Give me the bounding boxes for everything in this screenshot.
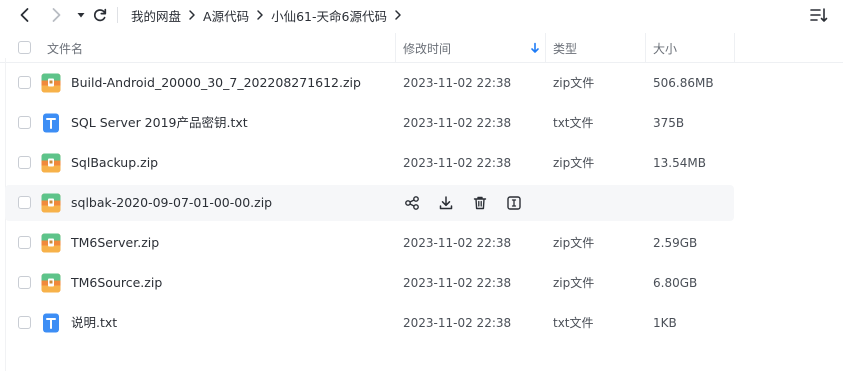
- zip-file-icon: [41, 73, 61, 93]
- download-button[interactable]: [437, 194, 455, 212]
- row-checkbox[interactable]: [18, 236, 31, 249]
- file-name[interactable]: TM6Server.zip: [71, 223, 159, 263]
- share-icon: [404, 195, 420, 211]
- file-modified-date: 2023-11-02 22:38: [403, 156, 512, 170]
- breadcrumb-item-folder[interactable]: A源代码: [203, 6, 249, 25]
- file-size: 2.59GB: [653, 236, 698, 250]
- forward-icon: [52, 8, 61, 22]
- forward-button[interactable]: [45, 4, 67, 26]
- file-size: 1KB: [653, 316, 677, 330]
- rename-button[interactable]: [505, 194, 523, 212]
- delete-button[interactable]: [471, 194, 489, 212]
- column-divider: [545, 33, 546, 63]
- file-row[interactable]: sqlbak-2020-09-07-01-00-00.zip: [0, 183, 843, 223]
- row-checkbox[interactable]: [18, 316, 31, 329]
- row-actions: [403, 194, 539, 212]
- row-checkbox[interactable]: [18, 156, 31, 169]
- zip-file-icon: [41, 193, 61, 213]
- file-row[interactable]: TM6Server.zip 2023-11-02 22:38 zip文件 2.59GB: [0, 223, 843, 263]
- chevron-right-icon: [188, 9, 196, 21]
- file-row[interactable]: TM6Source.zip 2023-11-02 22:38 zip文件 6.80GB: [0, 263, 843, 303]
- select-all-checkbox[interactable]: [18, 41, 31, 54]
- column-header-size[interactable]: 大小: [653, 33, 677, 63]
- row-checkbox[interactable]: [18, 196, 31, 209]
- zip-file-icon: [41, 273, 61, 293]
- file-size: 506.86MB: [653, 76, 714, 90]
- file-name[interactable]: sqlbak-2020-09-07-01-00-00.zip: [71, 183, 272, 223]
- share-button[interactable]: [403, 194, 421, 212]
- refresh-icon: [93, 8, 107, 22]
- breadcrumb: 我的网盘 A源代码 小仙61-天命6源代码: [131, 0, 409, 30]
- file-name[interactable]: TM6Source.zip: [71, 263, 162, 303]
- column-divider: [734, 33, 735, 63]
- file-size: 375B: [653, 116, 685, 130]
- file-type: txt文件: [553, 116, 594, 130]
- row-checkbox[interactable]: [18, 116, 31, 129]
- rename-icon: [506, 195, 522, 211]
- delete-icon: [472, 195, 488, 211]
- txt-file-icon: [41, 113, 61, 133]
- file-type: zip文件: [553, 276, 595, 290]
- file-size: 13.54MB: [653, 156, 706, 170]
- file-name[interactable]: SqlBackup.zip: [71, 143, 158, 183]
- file-type: zip文件: [553, 76, 595, 90]
- refresh-button[interactable]: [89, 4, 111, 26]
- zip-file-icon: [41, 153, 61, 173]
- column-divider: [395, 33, 396, 63]
- txt-file-icon: [41, 313, 61, 333]
- dropdown-icon: [77, 13, 85, 18]
- file-type: txt文件: [553, 316, 594, 330]
- file-modified-date: 2023-11-02 22:38: [403, 236, 512, 250]
- back-button[interactable]: [14, 4, 36, 26]
- column-header-modified[interactable]: 修改时间: [403, 33, 451, 63]
- file-size: 6.80GB: [653, 276, 698, 290]
- file-row[interactable]: SqlBackup.zip 2023-11-02 22:38 zip文件 13.54M…: [0, 143, 843, 183]
- file-row[interactable]: SQL Server 2019产品密钥.txt 2023-11-02 22:38 t…: [0, 103, 843, 143]
- row-checkbox[interactable]: [18, 276, 31, 289]
- file-type: zip文件: [553, 156, 595, 170]
- breadcrumb-item-current[interactable]: 小仙61-天命6源代码: [271, 6, 387, 25]
- row-checkbox[interactable]: [18, 76, 31, 89]
- column-divider: [645, 33, 646, 63]
- file-row[interactable]: 说明.txt 2023-11-02 22:38 txt文件 1KB: [0, 303, 843, 343]
- file-modified-date: 2023-11-02 22:38: [403, 116, 512, 130]
- zip-file-icon: [41, 233, 61, 253]
- file-modified-date: 2023-11-02 22:38: [403, 276, 512, 290]
- file-type: zip文件: [553, 236, 595, 250]
- file-row[interactable]: Build-Android_20000_30_7_202208271612.zi…: [0, 63, 843, 103]
- toolbar-divider: [117, 7, 118, 23]
- file-modified-date: 2023-11-02 22:38: [403, 76, 512, 90]
- chevron-right-icon: [256, 9, 264, 21]
- sort-view-icon: [810, 8, 828, 22]
- breadcrumb-item-root[interactable]: 我的网盘: [131, 6, 181, 25]
- file-modified-date: 2023-11-02 22:38: [403, 316, 512, 330]
- file-list-header: 文件名 修改时间 类型 大小: [0, 33, 843, 63]
- download-icon: [438, 195, 454, 211]
- sort-view-button[interactable]: [809, 5, 829, 25]
- sort-desc-icon[interactable]: [530, 33, 540, 63]
- column-header-name[interactable]: 文件名: [47, 33, 83, 63]
- back-icon: [20, 8, 29, 22]
- file-name[interactable]: SQL Server 2019产品密钥.txt: [71, 103, 248, 143]
- toolbar: 我的网盘 A源代码 小仙61-天命6源代码: [0, 0, 843, 30]
- file-name[interactable]: 说明.txt: [71, 303, 117, 343]
- chevron-right-icon[interactable]: [394, 9, 402, 21]
- column-header-type[interactable]: 类型: [553, 33, 577, 63]
- file-name[interactable]: Build-Android_20000_30_7_202208271612.zi…: [71, 63, 361, 103]
